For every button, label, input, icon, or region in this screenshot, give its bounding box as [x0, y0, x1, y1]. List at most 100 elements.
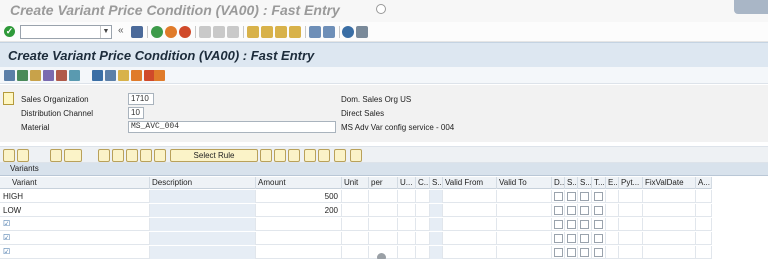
- cell-d[interactable]: [552, 246, 565, 259]
- scales-icon[interactable]: [56, 70, 67, 81]
- cell-s3[interactable]: [578, 204, 592, 217]
- previous-page-icon[interactable]: [261, 26, 273, 38]
- checkbox[interactable]: [567, 220, 576, 229]
- table-row[interactable]: LOW 200: [0, 204, 712, 217]
- cell-s[interactable]: [430, 246, 443, 259]
- cell-e[interactable]: [606, 246, 619, 259]
- cell-t[interactable]: [592, 232, 606, 245]
- cell-s3[interactable]: [578, 218, 592, 231]
- copy-row-button[interactable]: [112, 149, 124, 162]
- cell-a[interactable]: [696, 204, 712, 217]
- cell-description[interactable]: [150, 204, 256, 217]
- cell-valid-to[interactable]: [497, 204, 552, 217]
- cell-variant[interactable]: LOW: [0, 204, 150, 217]
- detail-view-button[interactable]: [260, 149, 272, 162]
- table-row[interactable]: ☑: [0, 246, 712, 259]
- additional-data-icon[interactable]: [43, 70, 54, 81]
- distribution-channel-field[interactable]: 10: [128, 107, 144, 119]
- info-icon[interactable]: [92, 70, 103, 81]
- cell-s2[interactable]: [565, 190, 578, 203]
- cell-s[interactable]: [430, 190, 443, 203]
- scroll-down-icon[interactable]: [377, 253, 386, 259]
- sales-organization-field[interactable]: 1710: [128, 93, 154, 105]
- cell-valid-to[interactable]: [497, 218, 552, 231]
- cut-button[interactable]: [98, 149, 110, 162]
- save-icon[interactable]: [131, 26, 143, 38]
- cell-a[interactable]: [696, 218, 712, 231]
- cell-c[interactable]: [416, 218, 430, 231]
- cell-amount[interactable]: [256, 246, 342, 259]
- cell-pyt[interactable]: [619, 204, 643, 217]
- column-header-description[interactable]: Description: [150, 177, 256, 189]
- cell-valid-to[interactable]: [497, 232, 552, 245]
- cell-per[interactable]: [369, 190, 398, 203]
- next-page-icon[interactable]: [275, 26, 287, 38]
- cell-pyt[interactable]: [619, 218, 643, 231]
- column-header-unit[interactable]: Unit: [342, 177, 369, 189]
- help-icon[interactable]: [342, 26, 354, 38]
- cell-s2[interactable]: [565, 204, 578, 217]
- cell-a[interactable]: [696, 190, 712, 203]
- chevron-down-icon[interactable]: ▼: [100, 26, 111, 38]
- cell-c[interactable]: [416, 204, 430, 217]
- column-header-pyt[interactable]: Pyt...: [619, 177, 643, 189]
- cell-uom[interactable]: [398, 190, 416, 203]
- cell-s3[interactable]: [578, 190, 592, 203]
- cell-amount[interactable]: 500: [256, 190, 342, 203]
- cell-e[interactable]: [606, 218, 619, 231]
- column-header-amount[interactable]: Amount: [256, 177, 342, 189]
- cell-t[interactable]: [592, 190, 606, 203]
- checkbox[interactable]: [567, 248, 576, 257]
- cell-s2[interactable]: [565, 246, 578, 259]
- cell-description[interactable]: [150, 190, 256, 203]
- copy-icon[interactable]: [118, 70, 129, 81]
- cell-s[interactable]: [430, 218, 443, 231]
- row-selector-icon[interactable]: ☑: [3, 247, 12, 257]
- cell-amount[interactable]: [256, 218, 342, 231]
- cell-valid-from[interactable]: [443, 232, 497, 245]
- checkbox[interactable]: [580, 206, 589, 215]
- cell-c[interactable]: [416, 232, 430, 245]
- checkbox[interactable]: [594, 234, 603, 243]
- new-session-icon[interactable]: [309, 26, 321, 38]
- last-page-icon[interactable]: [289, 26, 301, 38]
- cell-pyt[interactable]: [619, 190, 643, 203]
- change-icon[interactable]: [131, 70, 142, 81]
- column-header-s3[interactable]: S...: [578, 177, 592, 189]
- cell-d[interactable]: [552, 232, 565, 245]
- insert-row-button[interactable]: [50, 149, 62, 162]
- table-row[interactable]: HIGH 500: [0, 190, 712, 203]
- find-icon[interactable]: [213, 26, 225, 38]
- cell-s2[interactable]: [565, 232, 578, 245]
- cell-fixvaldate[interactable]: [643, 246, 696, 259]
- command-field[interactable]: ▼: [20, 25, 112, 39]
- total-button[interactable]: [350, 149, 362, 162]
- column-header-valid-from[interactable]: Valid From: [443, 177, 497, 189]
- details-icon[interactable]: [30, 70, 41, 81]
- cell-t[interactable]: [592, 218, 606, 231]
- cell-per[interactable]: [369, 232, 398, 245]
- checkbox[interactable]: [554, 234, 563, 243]
- select-all-button[interactable]: [17, 149, 29, 162]
- checkbox[interactable]: [594, 220, 603, 229]
- cell-t[interactable]: [592, 246, 606, 259]
- key-combination-icon[interactable]: [17, 70, 28, 81]
- cell-a[interactable]: [696, 246, 712, 259]
- exit-icon[interactable]: [165, 26, 177, 38]
- validity-icon[interactable]: [69, 70, 80, 81]
- cell-fixvaldate[interactable]: [643, 204, 696, 217]
- append-row-button[interactable]: [140, 149, 152, 162]
- window-control-area[interactable]: [734, 0, 768, 14]
- cell-valid-from[interactable]: [443, 218, 497, 231]
- cell-uom[interactable]: [398, 246, 416, 259]
- row-selector-icon[interactable]: ☑: [3, 233, 12, 243]
- cell-per[interactable]: [369, 218, 398, 231]
- cell-variant[interactable]: ☑: [0, 232, 150, 245]
- material-field[interactable]: MS_AVC_004: [128, 121, 336, 133]
- checkbox[interactable]: [580, 234, 589, 243]
- details-button[interactable]: [3, 149, 15, 162]
- table-row[interactable]: ☑: [0, 232, 712, 245]
- cell-description[interactable]: [150, 246, 256, 259]
- table-row[interactable]: ☑: [0, 218, 712, 231]
- cell-s2[interactable]: [565, 218, 578, 231]
